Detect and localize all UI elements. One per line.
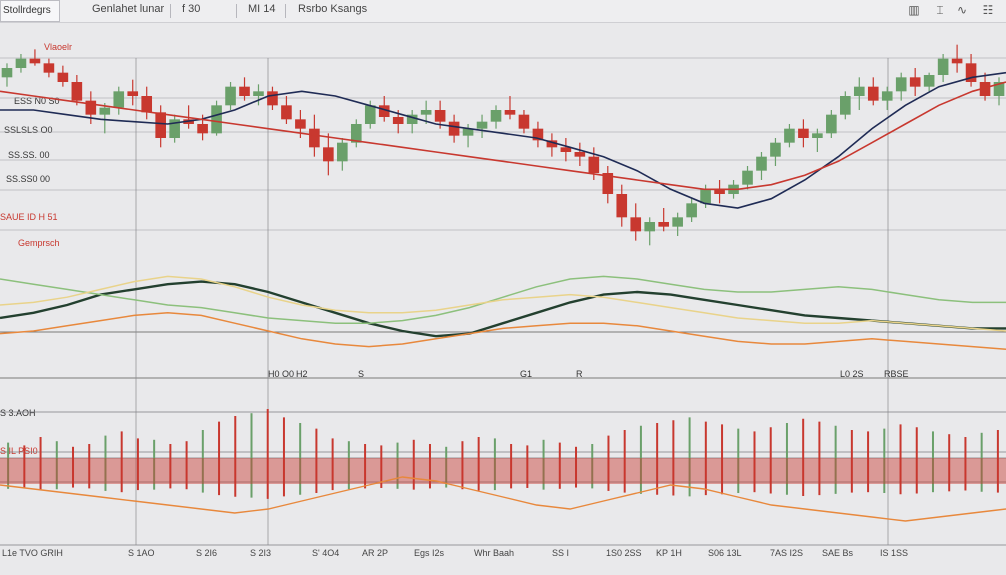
candle-down <box>239 86 250 96</box>
axis-tick-label: AR 2P <box>362 548 388 558</box>
candle-down <box>127 91 139 96</box>
axis-tick-label: S 2I6 <box>196 548 217 558</box>
axis-tick-label: 7AS I2S <box>770 548 803 558</box>
candle-down <box>57 72 69 82</box>
candle-down <box>518 114 530 129</box>
axis-tick-label: SS I <box>552 548 569 558</box>
candle-down <box>267 91 278 106</box>
candle-down <box>197 124 208 134</box>
candle-up <box>895 77 907 92</box>
candle-up <box>881 91 893 101</box>
candle-up <box>812 133 823 138</box>
candle-up <box>686 203 697 218</box>
candle-down <box>448 121 460 136</box>
candle-down <box>560 147 572 152</box>
candle-up <box>756 156 767 171</box>
candle-up <box>853 86 865 96</box>
axis-tick-label: L1e TVO GRIH <box>2 548 63 558</box>
candle-up <box>253 91 264 96</box>
candle-down <box>574 152 586 157</box>
candle-up <box>211 105 222 134</box>
axis-tick-label: G1 <box>520 369 532 379</box>
candle-down <box>951 58 963 64</box>
axis-tick-label: S 1AO <box>128 548 155 558</box>
axis-tick-label: SAE Bs <box>822 548 854 558</box>
candle-up <box>225 86 236 106</box>
candle-up <box>770 142 781 157</box>
axis-tick-label: S 2I3 <box>250 548 271 558</box>
axis-tick-label: S' 4O4 <box>312 548 339 558</box>
candle-up <box>826 114 837 134</box>
candle-down <box>323 147 334 162</box>
candle-up <box>420 110 432 115</box>
candle-down <box>867 86 879 101</box>
candle-down <box>616 194 628 218</box>
candle-up <box>337 142 348 162</box>
candle-up <box>672 217 683 227</box>
candle-down <box>155 112 166 138</box>
candle-down <box>29 58 41 64</box>
axis-tick-label: KP 1H <box>656 548 682 558</box>
volume-band <box>0 458 1006 484</box>
axis-tick-label: L0 2S <box>840 369 864 379</box>
candle-up <box>364 105 376 124</box>
candles-layer <box>1 44 1005 246</box>
axis-tick-label: 1S0 2SS <box>606 548 642 558</box>
candle-up <box>15 58 27 68</box>
candle-down <box>295 119 306 129</box>
axis-tick-label: Egs I2s <box>414 548 445 558</box>
candle-up <box>700 189 711 204</box>
volume-layer <box>0 409 1006 522</box>
candle-up <box>476 121 488 129</box>
candle-down <box>588 156 600 173</box>
candle-down <box>909 77 921 87</box>
candle-down <box>504 110 516 115</box>
candle-up <box>742 170 753 185</box>
candle-up <box>923 75 935 87</box>
candle-down <box>43 63 55 73</box>
candle-up <box>937 58 949 75</box>
axis-tick-label: H2 <box>296 369 308 379</box>
candle-up <box>99 107 111 115</box>
candle-down <box>630 217 642 232</box>
candle-up <box>1 68 13 78</box>
candle-down <box>392 117 404 124</box>
candle-down <box>71 82 83 101</box>
axis-tick-label: S06 13L <box>708 548 742 558</box>
price-chart[interactable]: H0 O0 H2 S G1 R L0 2S RBSE L1e TVO GRIH S 1AO S 2… <box>0 0 1006 575</box>
candle-down <box>141 96 153 113</box>
axis-tick-label: R <box>576 369 583 379</box>
candle-up <box>113 91 125 108</box>
candle-down <box>309 128 320 148</box>
candle-up <box>784 128 795 143</box>
candle-down <box>434 110 446 122</box>
axis-tick-label: IS 1SS <box>880 548 908 558</box>
candle-up <box>840 96 851 115</box>
candle-up <box>490 110 502 122</box>
axis-tick-label: RBSE <box>884 369 909 379</box>
candle-down <box>658 222 669 227</box>
candle-up <box>644 222 656 232</box>
axis-tick-label: Whr Baah <box>474 548 514 558</box>
candle-down <box>798 128 809 138</box>
candle-down <box>281 105 292 120</box>
oscillator-layer <box>0 275 1006 350</box>
axis-tick-label: H0 O0 <box>268 369 294 379</box>
axis-tick-label: S <box>358 369 364 379</box>
